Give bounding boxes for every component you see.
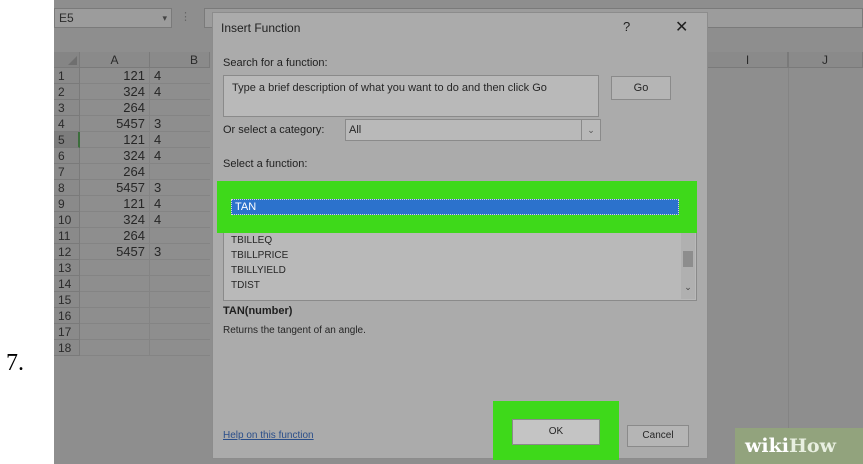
row-header[interactable]: 2: [54, 84, 80, 100]
row-header[interactable]: 6: [54, 148, 80, 164]
scroll-down-icon[interactable]: ⌄: [681, 279, 695, 295]
row-header[interactable]: 13: [54, 260, 80, 276]
wikihow-watermark: wikiHow: [735, 428, 863, 464]
cell-a[interactable]: 264: [80, 100, 150, 116]
cell-b[interactable]: 4: [150, 84, 210, 100]
function-description: Returns the tangent of an angle.: [223, 325, 366, 336]
cell-b[interactable]: [150, 100, 210, 116]
cell-b[interactable]: 4: [150, 68, 210, 84]
function-item[interactable]: TBILLYIELD: [231, 265, 286, 276]
function-item-selected[interactable]: TAN: [231, 199, 679, 215]
category-value: All: [349, 124, 362, 136]
row-header[interactable]: 17: [54, 324, 80, 340]
cell-a[interactable]: 324: [80, 148, 150, 164]
cell-a[interactable]: [80, 340, 150, 356]
cell-b[interactable]: 3: [150, 180, 210, 196]
watermark-part2: How: [788, 435, 836, 457]
go-button[interactable]: Go: [611, 76, 671, 100]
close-icon[interactable]: ✕: [675, 17, 688, 37]
category-select[interactable]: All ⌄: [345, 119, 601, 141]
row-header[interactable]: 11: [54, 228, 80, 244]
cancel-button[interactable]: Cancel: [627, 425, 689, 447]
cell-b[interactable]: [150, 276, 210, 292]
cell-a[interactable]: 5457: [80, 116, 150, 132]
cell-a[interactable]: [80, 292, 150, 308]
cell-b[interactable]: 4: [150, 212, 210, 228]
cell-a[interactable]: 264: [80, 164, 150, 180]
cell-b[interactable]: 4: [150, 148, 210, 164]
step-number: 7.: [6, 350, 24, 376]
row-header[interactable]: 14: [54, 276, 80, 292]
function-signature: TAN(number): [223, 305, 293, 317]
cell-a[interactable]: 121: [80, 68, 150, 84]
cell-a[interactable]: 121: [80, 196, 150, 212]
ok-button[interactable]: OK: [512, 419, 600, 445]
cell-b[interactable]: 3: [150, 244, 210, 260]
cell-a[interactable]: 5457: [80, 244, 150, 260]
cell-b[interactable]: [150, 292, 210, 308]
watermark-part1: wiki: [745, 435, 789, 457]
select-all-corner[interactable]: [54, 52, 80, 68]
row-header[interactable]: 12: [54, 244, 80, 260]
row-header[interactable]: 16: [54, 308, 80, 324]
search-input[interactable]: Type a brief description of what you wan…: [223, 75, 599, 117]
function-item[interactable]: TBILLEQ: [231, 235, 272, 246]
cell-a[interactable]: 5457: [80, 180, 150, 196]
cell-b[interactable]: [150, 164, 210, 180]
gridline: [788, 68, 789, 464]
row-header[interactable]: 3: [54, 100, 80, 116]
cell-a[interactable]: [80, 308, 150, 324]
row-header[interactable]: 10: [54, 212, 80, 228]
row-header[interactable]: 15: [54, 292, 80, 308]
cell-a[interactable]: 264: [80, 228, 150, 244]
column-header-a[interactable]: A: [80, 52, 150, 68]
cell-b[interactable]: 4: [150, 196, 210, 212]
cell-a[interactable]: [80, 260, 150, 276]
cell-b[interactable]: 4: [150, 132, 210, 148]
row-header[interactable]: 1: [54, 68, 80, 84]
column-header-i[interactable]: I: [708, 52, 788, 68]
function-item[interactable]: TBILLPRICE: [231, 250, 288, 261]
scrollbar-thumb[interactable]: [683, 251, 693, 267]
cell-a[interactable]: 324: [80, 212, 150, 228]
cell-b[interactable]: [150, 308, 210, 324]
cell-b[interactable]: [150, 340, 210, 356]
row-header[interactable]: 5: [54, 132, 80, 148]
column-header-j[interactable]: J: [788, 52, 863, 68]
cell-b[interactable]: [150, 260, 210, 276]
excel-screenshot: E5 ▾ ⋮ A B I J 1 121 4 2 324 4 3 264 4 5457 3 5 121 4 6…: [54, 0, 863, 464]
cell-b[interactable]: [150, 324, 210, 340]
row-header[interactable]: 18: [54, 340, 80, 356]
name-box[interactable]: E5 ▾: [54, 8, 172, 28]
name-box-value: E5: [59, 11, 74, 25]
row-header[interactable]: 9: [54, 196, 80, 212]
dialog-title: Insert Function: [221, 21, 301, 35]
help-icon[interactable]: ?: [623, 19, 630, 34]
formula-bar-divider-icon: ⋮: [180, 11, 191, 23]
search-label: Search for a function:: [223, 57, 328, 69]
function-item[interactable]: TDIST: [231, 280, 260, 291]
cell-a[interactable]: [80, 276, 150, 292]
row-header[interactable]: 8: [54, 180, 80, 196]
name-box-dropdown-icon[interactable]: ▾: [162, 9, 167, 27]
row-header[interactable]: 4: [54, 116, 80, 132]
chevron-down-icon[interactable]: ⌄: [581, 120, 600, 140]
select-function-label: Select a function:: [223, 158, 308, 170]
category-label: Or select a category:: [223, 124, 325, 136]
cell-b[interactable]: [150, 228, 210, 244]
column-header-b[interactable]: B: [150, 52, 210, 68]
row-header[interactable]: 7: [54, 164, 80, 180]
cell-a[interactable]: 121: [80, 132, 150, 148]
help-link[interactable]: Help on this function: [223, 430, 314, 441]
cell-a[interactable]: 324: [80, 84, 150, 100]
insert-function-dialog: Insert Function ? ✕ Search for a functio…: [212, 12, 708, 460]
cell-a[interactable]: [80, 324, 150, 340]
cell-b[interactable]: 3: [150, 116, 210, 132]
